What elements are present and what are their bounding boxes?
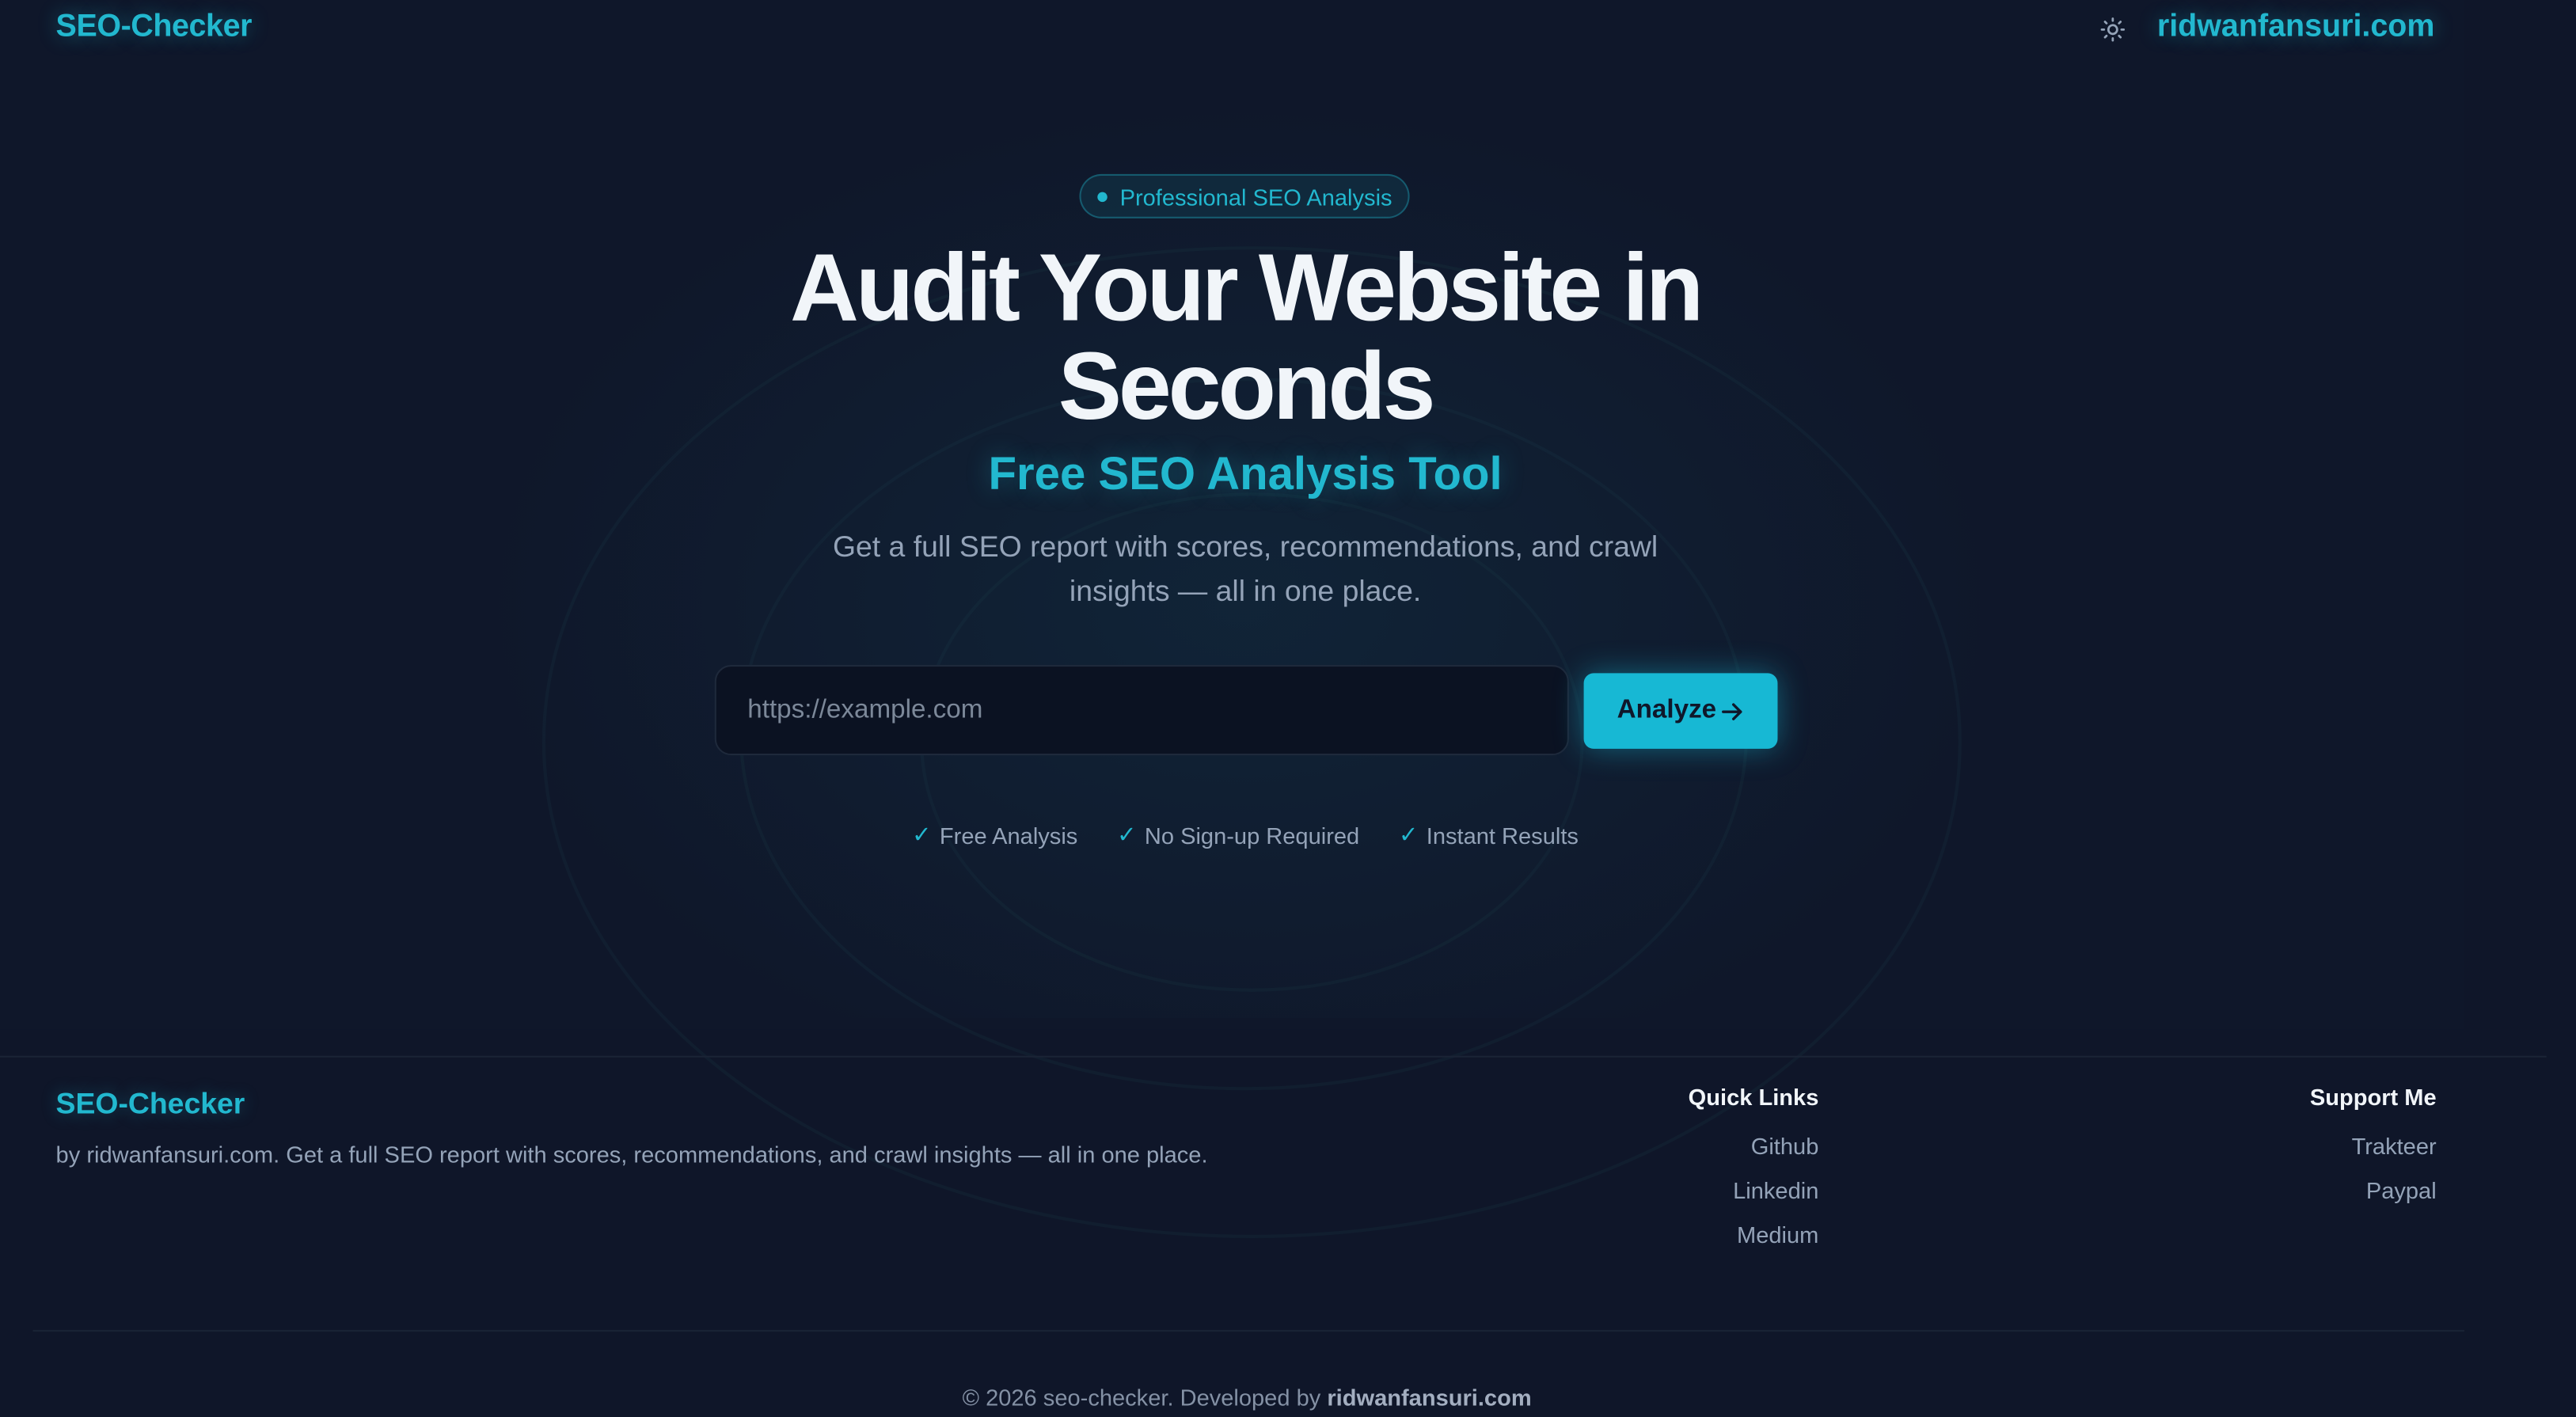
quick-links-heading: Quick Links <box>1688 1083 1819 1111</box>
footer-description: by ridwanfansuri.com. Get a full SEO rep… <box>55 1141 1208 1168</box>
arrow-right-icon <box>1721 702 1742 720</box>
footer-link-paypal[interactable]: Paypal <box>2310 1177 2437 1221</box>
hero-section <box>0 0 2464 1030</box>
feature-list: ✓ Free Analysis ✓ No Sign-up Required ✓ … <box>723 821 1768 849</box>
hero-title-line2: Seconds <box>1058 333 1436 440</box>
hero-badge: Professional SEO Analysis <box>1079 173 1410 218</box>
footer-logo[interactable]: SEO-Checker <box>56 1087 245 1122</box>
footer-link-trakteer[interactable]: Trakteer <box>2310 1133 2437 1177</box>
feature-label: No Sign-up Required <box>1144 822 1360 849</box>
header-logo[interactable]: SEO-Checker <box>56 9 253 46</box>
copyright: © 2026 seo-checker. Developed by ridwanf… <box>0 1385 2494 1411</box>
hero-title: Audit Your Website in Seconds <box>723 239 1768 440</box>
footer-bottom-divider <box>32 1330 2464 1332</box>
support-heading: Support Me <box>2309 1083 2437 1111</box>
hero-title-line1: Audit Your Website in <box>790 234 1704 342</box>
badge-label: Professional SEO Analysis <box>1119 183 1392 210</box>
footer-divider <box>0 1055 2547 1058</box>
theme-toggle-button[interactable] <box>2096 13 2130 46</box>
feature-label: Instant Results <box>1426 822 1579 849</box>
copyright-author-link[interactable]: ridwanfansuri.com <box>1327 1385 1531 1411</box>
hero-description: Get a full SEO report with scores, recom… <box>832 530 1658 608</box>
copyright-text: © 2026 seo-checker. Developed by <box>962 1384 1321 1411</box>
feature-item: ✓ Instant Results <box>1399 821 1579 849</box>
url-input[interactable] <box>714 665 1569 756</box>
feature-label: Free Analysis <box>939 822 1078 849</box>
header-site-link[interactable]: ridwanfansuri.com <box>2157 9 2435 46</box>
footer-link-medium[interactable]: Medium <box>1689 1221 1818 1266</box>
check-icon: ✓ <box>1117 821 1137 848</box>
analyze-button[interactable]: Analyze <box>1583 673 1778 749</box>
page-canvas: SEO-Checker ridwanfansuri.com Profession… <box>0 0 2576 1417</box>
feature-item: ✓ No Sign-up Required <box>1117 821 1359 849</box>
badge-dot-icon <box>1096 191 1107 202</box>
footer-quick-links: Quick Links Github Linkedin Medium <box>1689 1084 1819 1266</box>
footer-link-linkedin[interactable]: Linkedin <box>1689 1177 1818 1221</box>
hero-subtitle: Free SEO Analysis Tool <box>988 448 1503 500</box>
analyze-button-label: Analyze <box>1617 696 1717 724</box>
page-root: SEO-Checker ridwanfansuri.com Profession… <box>0 0 2576 1417</box>
sun-icon <box>2100 17 2126 42</box>
check-icon: ✓ <box>1399 821 1419 848</box>
footer-support: Support Me Trakteer Paypal <box>2310 1084 2437 1221</box>
feature-item: ✓ Free Analysis <box>912 821 1077 849</box>
check-icon: ✓ <box>912 821 932 848</box>
footer-link-github[interactable]: Github <box>1689 1133 1819 1177</box>
